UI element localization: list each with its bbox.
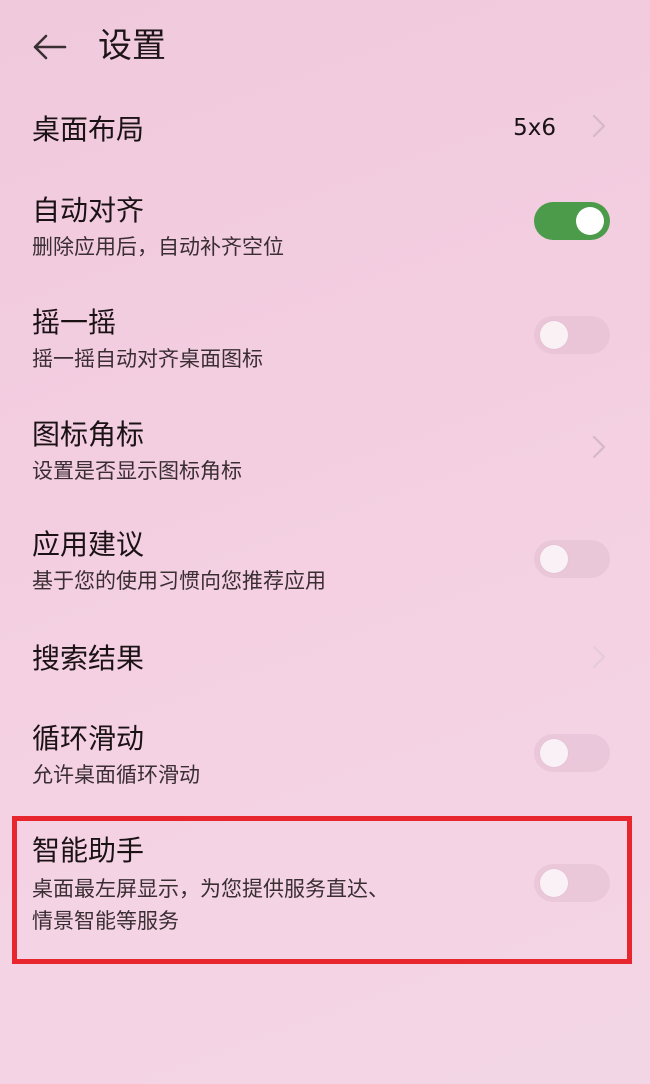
- setting-subtitle: 允许桌面循环滑动: [32, 763, 200, 787]
- suggestions-toggle[interactable]: [534, 540, 610, 578]
- setting-icon-badges[interactable]: 图标角标 设置是否显示图标角标: [0, 410, 650, 500]
- toggle-knob: [576, 207, 604, 235]
- setting-app-suggestions[interactable]: 应用建议 基于您的使用习惯向您推荐应用: [0, 520, 650, 610]
- toggle-knob: [540, 739, 568, 767]
- setting-search-results[interactable]: 搜索结果: [0, 628, 650, 690]
- setting-title: 循环滑动: [32, 722, 145, 755]
- arrow-left-icon: [33, 34, 67, 60]
- chevron-right-icon: [592, 645, 606, 669]
- setting-subtitle: 删除应用后，自动补齐空位: [32, 235, 284, 259]
- setting-title: 自动对齐: [32, 194, 145, 227]
- setting-title: 摇一摇: [32, 306, 117, 339]
- layout-value: 5x6: [513, 115, 556, 141]
- top-bar: 设置: [0, 0, 650, 96]
- highlight-box: [12, 816, 632, 964]
- setting-title: 搜索结果: [32, 642, 145, 675]
- setting-title: 图标角标: [32, 418, 145, 451]
- setting-subtitle: 基于您的使用习惯向您推荐应用: [32, 569, 326, 593]
- chevron-right-icon: [592, 435, 606, 459]
- setting-desktop-layout[interactable]: 桌面布局 5x6: [0, 96, 650, 164]
- setting-loop-scroll[interactable]: 循环滑动 允许桌面循环滑动: [0, 714, 650, 804]
- chevron-right-icon: [592, 114, 606, 138]
- loop-scroll-toggle[interactable]: [534, 734, 610, 772]
- setting-auto-align[interactable]: 自动对齐 删除应用后，自动补齐空位: [0, 186, 650, 276]
- toggle-knob: [540, 545, 568, 573]
- back-button[interactable]: [24, 24, 74, 70]
- setting-shake[interactable]: 摇一摇 摇一摇自动对齐桌面图标: [0, 298, 650, 388]
- setting-subtitle: 摇一摇自动对齐桌面图标: [32, 347, 263, 371]
- setting-title: 桌面布局: [32, 113, 145, 146]
- auto-align-toggle[interactable]: [534, 202, 610, 240]
- toggle-knob: [540, 321, 568, 349]
- setting-subtitle: 设置是否显示图标角标: [32, 459, 242, 483]
- shake-toggle[interactable]: [534, 316, 610, 354]
- setting-title: 应用建议: [32, 528, 145, 561]
- page-title: 设置: [98, 26, 166, 66]
